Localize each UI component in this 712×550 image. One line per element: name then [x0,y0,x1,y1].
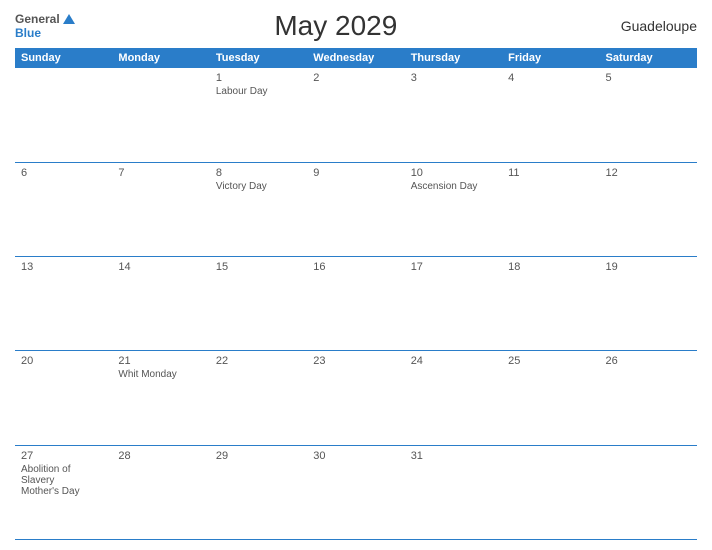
day-number: 6 [21,167,106,179]
day-cell: 8 Victory Day [210,162,307,256]
day-number: 12 [606,167,691,179]
day-number: 15 [216,261,301,273]
day-cell: 12 [600,162,697,256]
calendar-header: General Blue May 2029 Guadeloupe [15,10,697,42]
day-cell: 15 [210,257,307,351]
day-cell [600,445,697,539]
col-thursday: Thursday [405,48,502,68]
day-number: 13 [21,261,106,273]
day-cell: 2 [307,68,404,162]
day-cell: 7 [112,162,209,256]
day-number: 11 [508,167,593,179]
day-cell: 17 [405,257,502,351]
calendar-title: May 2029 [75,10,597,42]
day-cell: 30 [307,445,404,539]
day-cell: 1 Labour Day [210,68,307,162]
day-number: 23 [313,355,398,367]
holiday-name: Mother's Day [21,486,106,497]
week-row-3: 20 21 Whit Monday 22 23 24 25 26 [15,351,697,445]
day-number: 2 [313,72,398,84]
holiday-name: Ascension Day [411,181,496,192]
day-cell: 22 [210,351,307,445]
day-number: 5 [606,72,691,84]
calendar-page: General Blue May 2029 Guadeloupe Sunday … [0,0,712,550]
day-cell [502,445,599,539]
country-name: Guadeloupe [597,18,697,34]
day-cell: 20 [15,351,112,445]
day-cell: 21 Whit Monday [112,351,209,445]
logo-general-text: General [15,12,60,26]
day-cell: 29 [210,445,307,539]
day-cell: 27 Abolition of SlaveryMother's Day [15,445,112,539]
day-number: 14 [118,261,203,273]
day-cell: 19 [600,257,697,351]
day-cell: 13 [15,257,112,351]
days-header-row: Sunday Monday Tuesday Wednesday Thursday… [15,48,697,68]
day-number: 10 [411,167,496,179]
col-tuesday: Tuesday [210,48,307,68]
day-number: 31 [411,450,496,462]
day-cell: 28 [112,445,209,539]
col-friday: Friday [502,48,599,68]
day-number: 26 [606,355,691,367]
day-number: 7 [118,167,203,179]
logo-blue-text: Blue [15,26,75,40]
day-number: 19 [606,261,691,273]
week-row-4: 27 Abolition of SlaveryMother's Day 28 29 30… [15,445,697,539]
day-number: 8 [216,167,301,179]
holiday-name: Victory Day [216,181,301,192]
day-cell: 25 [502,351,599,445]
day-cell [15,68,112,162]
day-cell: 3 [405,68,502,162]
day-number: 21 [118,355,203,367]
day-number: 30 [313,450,398,462]
day-cell: 10 Ascension Day [405,162,502,256]
day-cell: 4 [502,68,599,162]
day-cell [112,68,209,162]
day-cell: 31 [405,445,502,539]
holiday-name: Labour Day [216,86,301,97]
col-wednesday: Wednesday [307,48,404,68]
day-number: 25 [508,355,593,367]
day-number: 20 [21,355,106,367]
day-cell: 14 [112,257,209,351]
day-cell: 9 [307,162,404,256]
col-sunday: Sunday [15,48,112,68]
day-cell: 23 [307,351,404,445]
day-number: 18 [508,261,593,273]
day-number: 24 [411,355,496,367]
day-cell: 18 [502,257,599,351]
logo: General Blue [15,12,75,41]
day-number: 22 [216,355,301,367]
holiday-name: Whit Monday [118,369,203,380]
week-row-1: 67 8 Victory Day 9 10 Ascension Day 11 12 [15,162,697,256]
day-cell: 5 [600,68,697,162]
week-row-0: 1 Labour Day 2 34 5 [15,68,697,162]
col-saturday: Saturday [600,48,697,68]
day-cell: 16 [307,257,404,351]
day-cell: 6 [15,162,112,256]
day-cell: 26 [600,351,697,445]
day-cell: 24 [405,351,502,445]
day-number: 28 [118,450,203,462]
day-number: 17 [411,261,496,273]
day-number: 29 [216,450,301,462]
logo-triangle-icon [63,14,75,24]
day-number: 27 [21,450,106,462]
holiday-name: Abolition of Slavery [21,464,106,486]
calendar-table: Sunday Monday Tuesday Wednesday Thursday… [15,48,697,540]
day-number: 16 [313,261,398,273]
day-number: 4 [508,72,593,84]
day-cell: 11 [502,162,599,256]
col-monday: Monday [112,48,209,68]
day-number: 3 [411,72,496,84]
day-number: 9 [313,167,398,179]
day-number: 1 [216,72,301,84]
week-row-2: 13 14 15 16 17 18 19 [15,257,697,351]
